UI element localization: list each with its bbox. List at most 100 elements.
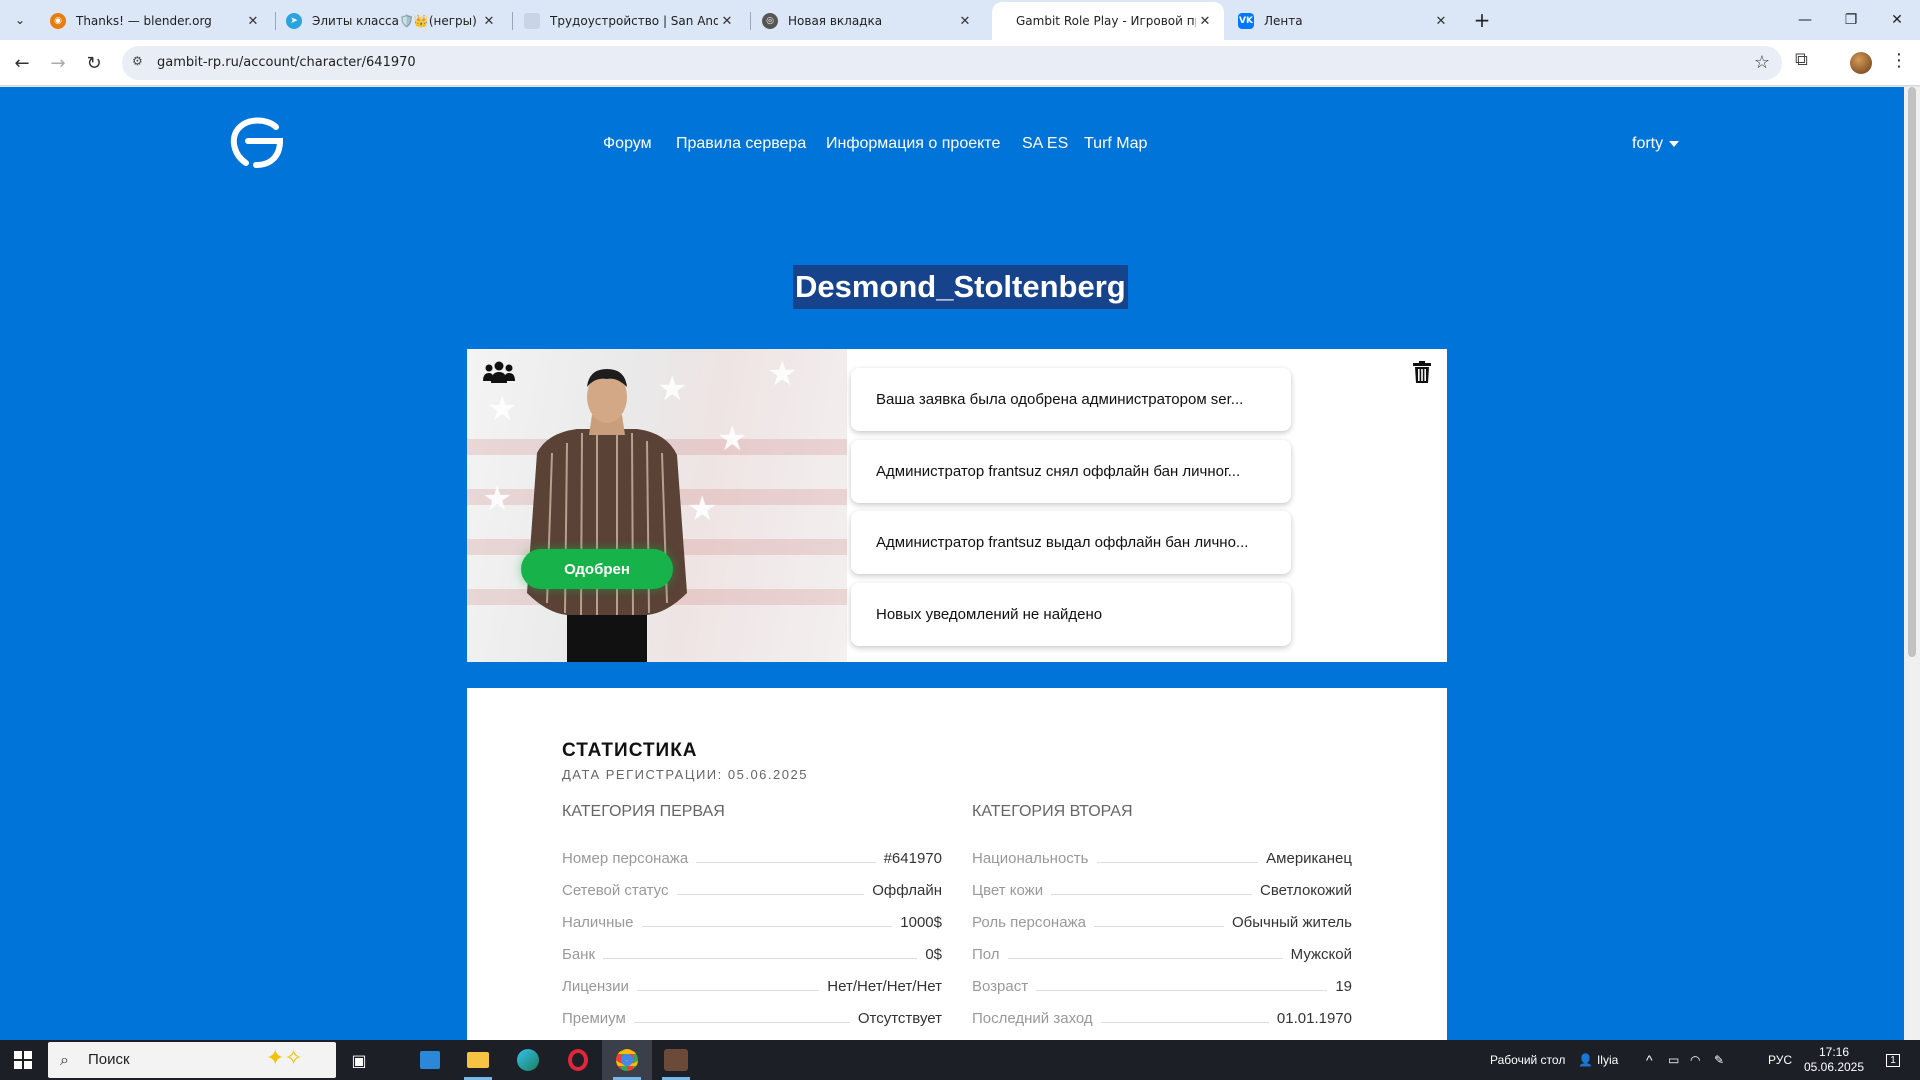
category-first: КАТЕГОРИЯ ПЕРВАЯ Номер персонажа #641970 …: [562, 803, 942, 1027]
new-tab-button[interactable]: +: [1470, 8, 1494, 32]
stat-row: Возраст 19: [972, 978, 1352, 995]
user-menu[interactable]: forty: [1632, 135, 1680, 153]
stat-row: Наличные 1000$: [562, 914, 942, 931]
pen-icon[interactable]: ✎: [1714, 1040, 1724, 1080]
profile-avatar[interactable]: [1850, 52, 1872, 74]
url-text[interactable]: gambit-rp.ru/account/character/641970: [157, 55, 416, 70]
scrollbar-thumb[interactable]: [1908, 87, 1916, 657]
browser-toolbar: ← → ↻ ⚙ gambit-rp.ru/account/character/6…: [0, 40, 1920, 86]
nav-forum[interactable]: Форум: [603, 135, 652, 153]
notification-center-icon[interactable]: 1: [1878, 1040, 1908, 1080]
bookmark-star-icon[interactable]: ☆: [1754, 52, 1770, 73]
main-nav: Форум Правила сервера Информация о проек…: [0, 135, 1904, 159]
page-scrollbar[interactable]: [1904, 87, 1920, 1040]
forward-icon[interactable]: →: [44, 49, 72, 77]
statistics-title: СТАТИСТИКА: [562, 740, 698, 761]
nav-rules[interactable]: Правила сервера: [676, 135, 806, 153]
notification-item[interactable]: Ваша заявка была одобрена администраторо…: [851, 368, 1291, 431]
tab-search-button[interactable]: ⌄: [8, 8, 32, 32]
tab-telegram[interactable]: ➤ Элиты класса🛡️👑(негры) ✕: [276, 4, 508, 38]
file-explorer-icon[interactable]: [460, 1040, 496, 1080]
category-title: КАТЕГОРИЯ ВТОРАЯ: [972, 803, 1133, 820]
nav-sa-es[interactable]: SA ES: [1022, 135, 1068, 153]
restore-icon[interactable]: ❐: [1828, 0, 1874, 40]
character-name: Desmond_Stoltenberg: [793, 265, 1128, 309]
close-icon[interactable]: ✕: [1432, 14, 1450, 29]
notification-item: Новых уведомлений не найдено: [851, 583, 1291, 646]
tab-title: Gambit Role Play - Игровой пр: [1016, 14, 1196, 28]
reload-icon[interactable]: ↻: [80, 49, 108, 77]
tab-title: Элиты класса🛡️👑(негры): [312, 14, 477, 28]
tab-title: Трудоустройство | San Andreas: [550, 14, 718, 28]
group-icon[interactable]: [483, 361, 515, 383]
tab-blender[interactable]: ◉ Thanks! — blender.org ✕: [40, 4, 272, 38]
tab-title: Лента: [1264, 14, 1303, 28]
extensions-icon[interactable]: ⧉: [1795, 49, 1808, 70]
game-icon[interactable]: [656, 1040, 696, 1080]
site-info-icon[interactable]: ⚙: [132, 54, 150, 72]
tab-san-andreas[interactable]: Трудоустройство | San Andreas ✕: [514, 4, 746, 38]
back-icon[interactable]: ←: [8, 49, 36, 77]
chevron-down-icon: [1669, 140, 1680, 147]
stat-row: Лицензии Нет/Нет/Нет/Нет: [562, 978, 942, 995]
nav-turf-map[interactable]: Turf Map: [1084, 135, 1147, 153]
minimize-icon[interactable]: —: [1782, 0, 1828, 40]
stat-row: Последний заход 01.01.1970: [972, 1010, 1352, 1027]
tab-new-tab[interactable]: ◎ Новая вкладка ✕: [752, 4, 984, 38]
character-portrait: ★ ★ ★ ★ ★ ★ Одобрен: [467, 349, 847, 662]
close-icon[interactable]: ✕: [1196, 14, 1214, 29]
status-badge: Одобрен: [521, 549, 673, 589]
chrome-taskbar-icon[interactable]: [602, 1040, 652, 1080]
language-indicator[interactable]: РУС: [1768, 1040, 1792, 1080]
opera-icon[interactable]: [560, 1040, 596, 1080]
close-icon[interactable]: ✕: [244, 14, 262, 29]
task-view-icon[interactable]: ▣: [344, 1040, 374, 1080]
tab-strip: ⌄ ◉ Thanks! — blender.org ✕ ➤ Элиты клас…: [0, 0, 1920, 40]
stat-row: Роль персонажа Обычный житель: [972, 914, 1352, 931]
tray-overflow-icon[interactable]: ^: [1646, 1040, 1653, 1080]
start-button[interactable]: [0, 1040, 46, 1080]
category-title: КАТЕГОРИЯ ПЕРВАЯ: [562, 803, 725, 820]
wifi-icon[interactable]: ◠: [1690, 1040, 1700, 1080]
windows-icon: [14, 1051, 32, 1069]
stat-row: Пол Мужской: [972, 946, 1352, 963]
tab-gambit[interactable]: Gambit Role Play - Игровой пр ✕: [992, 2, 1224, 40]
character-figure: [527, 369, 687, 662]
notification-item[interactable]: Администратор frantsuz снял оффлайн бан …: [851, 440, 1291, 503]
vk-icon: VK: [1238, 13, 1254, 29]
search-placeholder: Поиск: [88, 1051, 130, 1068]
blender-icon: ◉: [50, 13, 66, 29]
close-icon[interactable]: ✕: [718, 14, 736, 29]
close-icon[interactable]: ✕: [480, 14, 498, 29]
category-second: КАТЕГОРИЯ ВТОРАЯ Национальность Американе…: [972, 803, 1352, 1027]
tab-title: Thanks! — blender.org: [76, 14, 212, 28]
taskbar: ⌕ Поиск ✦✧ ▣ Рабочий стол 👤 Ilyia ^ ▭ ◠ ✎…: [0, 1040, 1920, 1080]
stat-row: Цвет кожи Светлокожий: [972, 882, 1352, 899]
stat-row: Банк 0$: [562, 946, 942, 963]
username: forty: [1632, 135, 1664, 152]
taskbar-search[interactable]: ⌕ Поиск ✦✧: [48, 1042, 336, 1078]
edge-icon[interactable]: [510, 1040, 546, 1080]
tab-vk[interactable]: VK Лента ✕: [1228, 4, 1460, 38]
stat-row: Национальность Американец: [972, 850, 1352, 867]
page-content: Форум Правила сервера Информация о проек…: [0, 87, 1904, 1040]
address-bar[interactable]: ⚙ gambit-rp.ru/account/character/641970 …: [122, 46, 1782, 80]
clock[interactable]: 17:16 05.06.2025: [1804, 1040, 1864, 1080]
person-icon: 👤: [1578, 1053, 1593, 1067]
sparkle-icon: ✦✧: [266, 1046, 303, 1071]
battery-icon[interactable]: ▭: [1668, 1040, 1679, 1080]
browser-menu-icon[interactable]: ⋮: [1890, 50, 1908, 71]
stat-row: Премиум Отсутствует: [562, 1010, 942, 1027]
trash-icon[interactable]: [1413, 361, 1431, 383]
telegram-icon: ➤: [286, 13, 302, 29]
stat-row: Сетевой статус Оффлайн: [562, 882, 942, 899]
store-icon[interactable]: [412, 1040, 448, 1080]
desktop-label[interactable]: Рабочий стол: [1490, 1040, 1565, 1080]
notification-item[interactable]: Администратор frantsuz выдал оффлайн бан…: [851, 511, 1291, 574]
generic-site-icon: [524, 13, 540, 29]
close-icon[interactable]: ✕: [956, 14, 974, 29]
window-close-icon[interactable]: ✕: [1874, 0, 1920, 40]
user-tray[interactable]: 👤 Ilyia: [1578, 1040, 1618, 1080]
stat-row: Номер персонажа #641970: [562, 850, 942, 867]
nav-info[interactable]: Информация о проекте: [826, 135, 1000, 153]
